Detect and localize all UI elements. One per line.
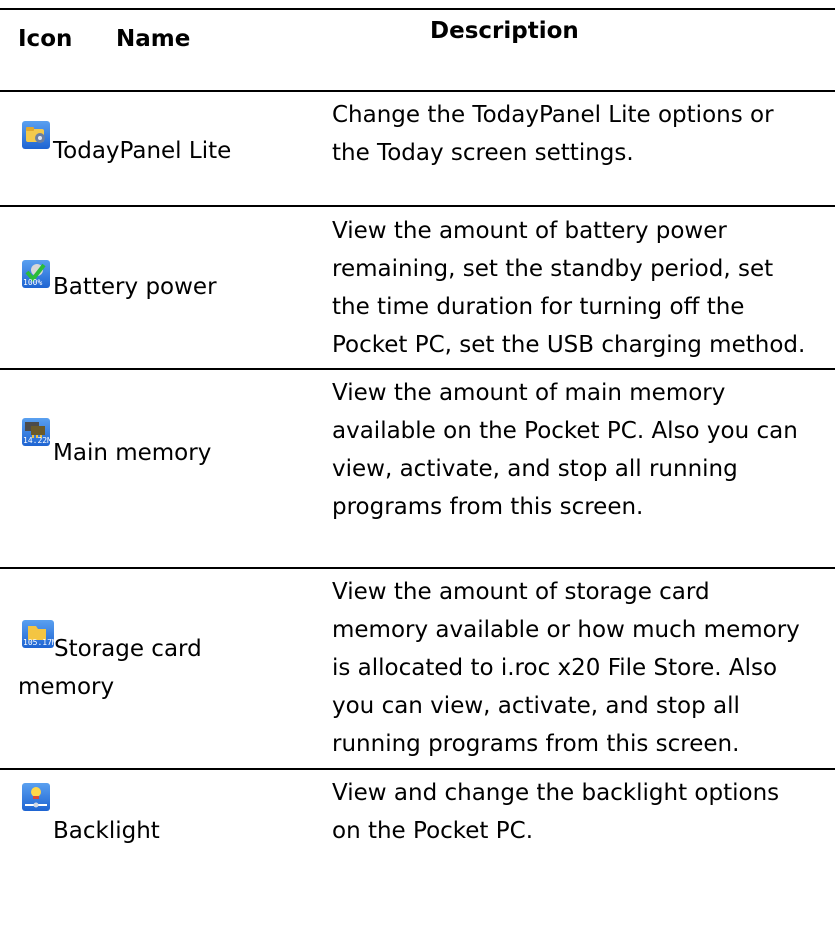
header-name: Name [116,26,191,52]
table-top-rule [0,8,835,10]
row-description: View and change the backlight options on… [332,780,780,844]
row-rule [0,567,835,569]
header-description: Description [430,18,579,44]
row-description: View the amount of main memory available… [332,380,798,520]
row-description: Change the TodayPanel Lite options or th… [332,102,774,166]
row-rule [0,205,835,207]
header-rule [0,90,835,92]
folder-gear-icon [22,121,50,149]
row-rule [0,368,835,370]
bulb-slider-icon [22,783,50,811]
battery-check-icon: 100% [22,260,50,288]
row-rule [0,768,835,770]
header-icon: Icon [18,26,73,52]
row-name: Battery power [53,274,217,300]
row-description: View the amount of storage card memory a… [332,579,800,757]
icon-caption: 100% [23,278,43,287]
row-name-line2: memory [18,674,115,700]
icon-caption: 105.17MB [23,638,54,647]
memory-chip-icon: 14.22MB [22,418,50,446]
row-name-line1: Storage card [54,636,202,662]
storage-folder-icon: 105.17MB [22,620,54,648]
row-name: Main memory [53,440,212,466]
row-name: Backlight [53,818,160,844]
row-name: TodayPanel Lite [53,138,232,164]
icon-caption: 14.22MB [23,436,50,445]
row-description: View the amount of battery power remaini… [332,218,806,358]
